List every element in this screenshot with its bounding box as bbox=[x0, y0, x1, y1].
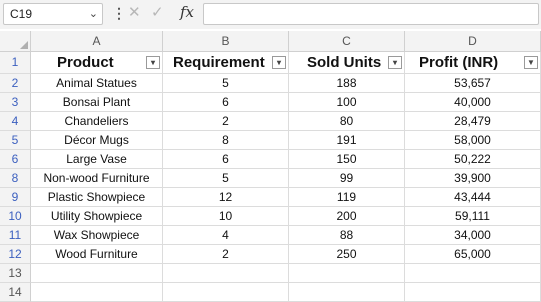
data-cell[interactable]: 188 bbox=[289, 74, 405, 93]
header-cell[interactable]: Product ▾ bbox=[31, 52, 163, 74]
data-cell[interactable]: 250 bbox=[289, 245, 405, 264]
data-cell[interactable]: 39,900 bbox=[405, 169, 541, 188]
data-cell[interactable]: 6 bbox=[163, 150, 289, 169]
data-cell[interactable]: 59,111 bbox=[405, 207, 541, 226]
data-cell[interactable]: Non-wood Furniture bbox=[31, 169, 163, 188]
row-header[interactable]: 9 bbox=[0, 188, 31, 207]
row-header[interactable]: 4 bbox=[0, 112, 31, 131]
data-cell[interactable]: Chandeliers bbox=[31, 112, 163, 131]
row-header[interactable]: 6 bbox=[0, 150, 31, 169]
row-header[interactable]: 14 bbox=[0, 283, 31, 302]
empty-cell[interactable] bbox=[31, 264, 163, 283]
select-all-corner[interactable] bbox=[0, 31, 31, 52]
header-cell[interactable]: Requirement ▾ bbox=[163, 52, 289, 74]
column-header-b[interactable]: B bbox=[163, 31, 289, 52]
empty-cell[interactable] bbox=[163, 283, 289, 302]
row-header[interactable]: 13 bbox=[0, 264, 31, 283]
filter-dropdown-icon[interactable]: ▾ bbox=[146, 56, 160, 69]
data-cell[interactable]: 53,657 bbox=[405, 74, 541, 93]
header-cell[interactable]: Sold Units ▾ bbox=[289, 52, 405, 74]
filter-dropdown-icon[interactable]: ▾ bbox=[272, 56, 286, 69]
data-cell[interactable]: 191 bbox=[289, 131, 405, 150]
filter-applied-icon[interactable]: ▼ bbox=[524, 56, 538, 69]
row-header[interactable]: 5 bbox=[0, 131, 31, 150]
formula-input[interactable] bbox=[203, 3, 539, 25]
data-cell[interactable]: 2 bbox=[163, 112, 289, 131]
empty-cell[interactable] bbox=[405, 264, 541, 283]
filter-dropdown-icon[interactable]: ▾ bbox=[388, 56, 402, 69]
row-header[interactable]: 1 bbox=[0, 52, 31, 74]
empty-cell[interactable] bbox=[405, 283, 541, 302]
empty-cell[interactable] bbox=[163, 264, 289, 283]
name-box-value: C19 bbox=[10, 7, 33, 21]
cancel-icon[interactable]: ✕ bbox=[128, 3, 141, 21]
header-cell[interactable]: Profit (INR) ▼ bbox=[405, 52, 541, 74]
data-cell[interactable]: Bonsai Plant bbox=[31, 93, 163, 112]
data-cell[interactable]: 88 bbox=[289, 226, 405, 245]
empty-cell[interactable] bbox=[31, 283, 163, 302]
insert-function-icon[interactable]: fx bbox=[180, 3, 194, 21]
data-cell[interactable]: Wax Showpiece bbox=[31, 226, 163, 245]
data-cell[interactable]: 2 bbox=[163, 245, 289, 264]
enter-check-icon[interactable]: ✓ bbox=[151, 3, 164, 21]
data-cell[interactable]: 4 bbox=[163, 226, 289, 245]
name-box[interactable]: C19 ⌄ bbox=[3, 3, 103, 25]
data-cell[interactable]: Animal Statues bbox=[31, 74, 163, 93]
data-cell[interactable]: 5 bbox=[163, 74, 289, 93]
row-header[interactable]: 8 bbox=[0, 169, 31, 188]
data-cell[interactable]: 119 bbox=[289, 188, 405, 207]
column-header-d[interactable]: D bbox=[405, 31, 541, 52]
data-cell[interactable]: 58,000 bbox=[405, 131, 541, 150]
data-cell[interactable]: 50,222 bbox=[405, 150, 541, 169]
row-header[interactable]: 3 bbox=[0, 93, 31, 112]
header-label: Product bbox=[57, 54, 114, 71]
data-cell[interactable]: 10 bbox=[163, 207, 289, 226]
data-cell[interactable]: 5 bbox=[163, 169, 289, 188]
data-cell[interactable]: Utility Showpiece bbox=[31, 207, 163, 226]
row-header[interactable]: 12 bbox=[0, 245, 31, 264]
header-label: Requirement bbox=[173, 54, 265, 71]
data-cell[interactable]: Plastic Showpiece bbox=[31, 188, 163, 207]
data-cell[interactable]: 6 bbox=[163, 93, 289, 112]
data-cell[interactable]: 99 bbox=[289, 169, 405, 188]
chevron-down-icon[interactable]: ⌄ bbox=[89, 7, 98, 20]
data-cell[interactable]: 8 bbox=[163, 131, 289, 150]
data-cell[interactable]: 28,479 bbox=[405, 112, 541, 131]
data-cell[interactable]: 200 bbox=[289, 207, 405, 226]
empty-cell[interactable] bbox=[289, 283, 405, 302]
data-cell[interactable]: Large Vase bbox=[31, 150, 163, 169]
header-label: Sold Units bbox=[307, 54, 382, 71]
data-cell[interactable]: 150 bbox=[289, 150, 405, 169]
column-header-c[interactable]: C bbox=[289, 31, 405, 52]
data-cell[interactable]: 80 bbox=[289, 112, 405, 131]
data-cell[interactable]: 100 bbox=[289, 93, 405, 112]
column-header-a[interactable]: A bbox=[31, 31, 163, 52]
data-cell[interactable]: Wood Furniture bbox=[31, 245, 163, 264]
data-cell[interactable]: 12 bbox=[163, 188, 289, 207]
data-cell[interactable]: Décor Mugs bbox=[31, 131, 163, 150]
more-options-icon[interactable]: ⋮ bbox=[112, 5, 126, 22]
empty-cell[interactable] bbox=[289, 264, 405, 283]
row-header[interactable]: 11 bbox=[0, 226, 31, 245]
data-cell[interactable]: 34,000 bbox=[405, 226, 541, 245]
row-header[interactable]: 2 bbox=[0, 74, 31, 93]
data-cell[interactable]: 43,444 bbox=[405, 188, 541, 207]
header-label: Profit (INR) bbox=[419, 54, 499, 71]
row-header[interactable]: 10 bbox=[0, 207, 31, 226]
data-cell[interactable]: 65,000 bbox=[405, 245, 541, 264]
formula-bar-area: C19 ⌄ ⋮ ✕ ✓ fx bbox=[0, 0, 541, 29]
data-cell[interactable]: 40,000 bbox=[405, 93, 541, 112]
